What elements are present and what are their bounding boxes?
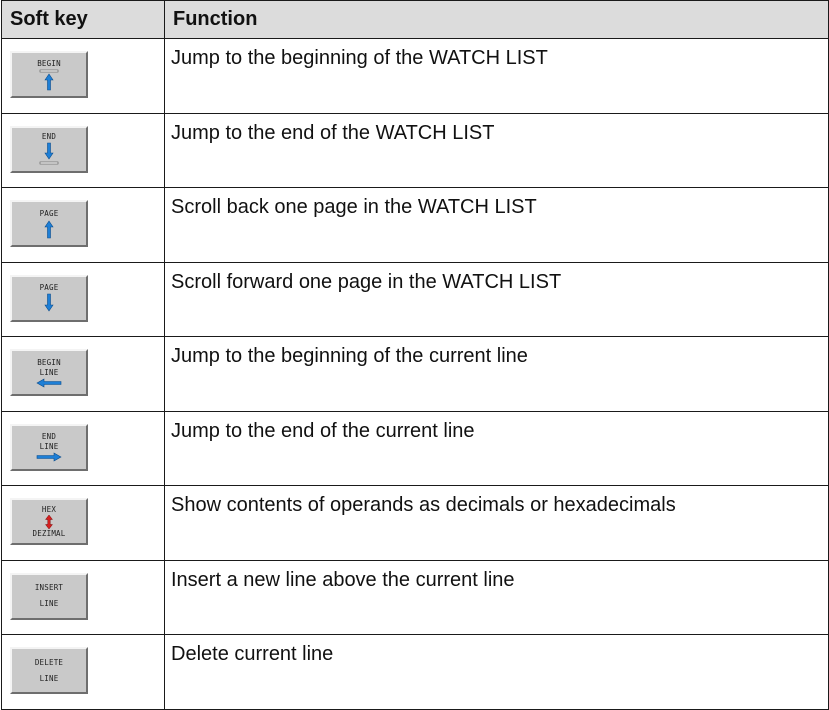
insert-line-softkey[interactable]: INSERT LINE (10, 572, 88, 620)
softkey-label-2: LINE (39, 367, 59, 377)
softkey-label-2: DEZIMAL (32, 528, 66, 538)
function-cell: Delete current line (164, 634, 829, 710)
table-row: BEGIN LINE Jump to the beginning of the … (1, 336, 829, 412)
arrow-right-icon (36, 452, 62, 462)
delete-line-softkey[interactable]: DELETE LINE (10, 647, 88, 694)
end-line-softkey[interactable]: END LINE (10, 423, 88, 471)
table-row: DELETE LINE Delete current line (1, 634, 829, 710)
softkey-table: Soft key Function BEGIN Jump to the begi… (1, 0, 829, 710)
table-row: PAGE Scroll forward one page in the WATC… (1, 261, 829, 337)
begin-line-softkey[interactable]: BEGIN LINE (10, 349, 88, 396)
function-cell: Scroll back one page in the WATCH LIST (164, 187, 829, 263)
table-row: PAGE Scroll back one page in the WATCH L… (1, 187, 829, 263)
end-arrow-down-icon (39, 142, 59, 165)
function-cell: Jump to the end of the current line (164, 410, 829, 486)
arrow-left-icon (36, 377, 62, 388)
table-row: END LINE Jump to the end of the current … (1, 410, 829, 486)
softkey-label: BEGIN (37, 58, 61, 68)
table-row: HEX DEZIMAL Show contents of operands as… (1, 485, 829, 561)
end-softkey[interactable]: END (10, 125, 88, 173)
arrow-down-icon (44, 293, 54, 312)
softkey-label: PAGE (39, 283, 59, 292)
header-softkey: Soft key (1, 0, 165, 39)
softkey-label-2: LINE (39, 673, 59, 683)
softkey-label: HEX (41, 504, 57, 514)
softkey-label: BEGIN (37, 357, 61, 367)
function-cell: Jump to the beginning of the current lin… (164, 336, 829, 412)
table-header-row: Soft key Function (1, 0, 829, 39)
function-cell: Scroll forward one page in the WATCH LIS… (164, 261, 829, 337)
softkey-label-2: LINE (39, 599, 59, 608)
table-row: INSERT LINE Insert a new line above the … (1, 559, 829, 635)
page-down-softkey[interactable]: PAGE (10, 274, 88, 322)
hex-dezimal-softkey[interactable]: HEX DEZIMAL (10, 498, 88, 545)
softkey-label: PAGE (39, 208, 59, 218)
function-cell: Show contents of operands as decimals or… (164, 485, 829, 561)
page-up-softkey[interactable]: PAGE (10, 200, 88, 247)
softkey-label-2: LINE (39, 442, 59, 451)
header-function: Function (164, 0, 829, 39)
arrow-up-icon (44, 219, 54, 238)
table-row: END Jump to the end of the WATCH LIST (1, 112, 829, 188)
function-cell: Jump to the beginning of the WATCH LIST (164, 38, 829, 114)
softkey-label: END (41, 132, 57, 141)
double-arrow-vertical-icon (44, 514, 54, 529)
softkey-label: DELETE (34, 657, 64, 667)
function-cell: Jump to the end of the WATCH LIST (164, 112, 829, 188)
table-row: BEGIN Jump to the beginning of the WATCH… (1, 38, 829, 114)
begin-softkey[interactable]: BEGIN (10, 51, 88, 98)
begin-arrow-up-icon (39, 69, 59, 90)
function-cell: Insert a new line above the current line (164, 559, 829, 635)
softkey-label: INSERT (34, 583, 64, 592)
softkey-label: END (41, 432, 57, 441)
